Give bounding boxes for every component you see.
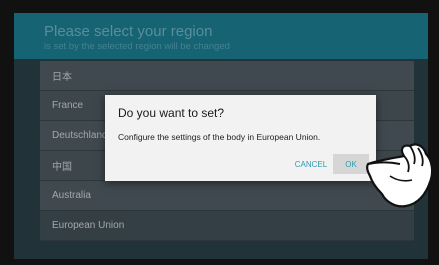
dialog-title: Do you want to set? [118, 106, 225, 120]
device-frame: Please select your region is set by the … [0, 0, 439, 265]
pointing-hand-icon [366, 143, 434, 208]
dialog-message: Configure the settings of the body in Eu… [118, 132, 321, 142]
cancel-button[interactable]: CANCEL [293, 154, 329, 174]
confirm-dialog: Do you want to set? Configure the settin… [105, 95, 376, 181]
